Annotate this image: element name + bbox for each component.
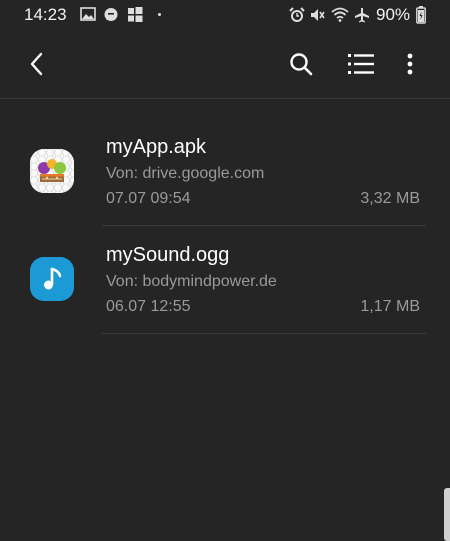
list-divider: [102, 333, 426, 334]
toolbar: [0, 30, 450, 98]
file-source: Von: drive.google.com: [106, 165, 265, 182]
search-button[interactable]: [285, 48, 317, 80]
chat-icon: [103, 7, 119, 28]
file-date: 06.07 12:55: [106, 298, 191, 315]
toolbar-divider: [0, 98, 450, 99]
file-name: mySound.ogg: [106, 244, 230, 266]
back-icon: [30, 52, 43, 76]
back-button[interactable]: [21, 48, 53, 80]
list-view-button[interactable]: [345, 48, 377, 80]
more-options-icon: [407, 53, 413, 75]
status-time: 14:23: [24, 5, 67, 24]
apk-package-icon: [30, 149, 74, 193]
file-date: 07.07 09:54: [106, 190, 191, 207]
windows-icon: [127, 7, 143, 27]
audio-file-icon: [30, 257, 74, 301]
file-size: 3,32 MB: [360, 190, 420, 207]
battery-percentage: 90%: [376, 5, 411, 24]
notification-dot: [158, 13, 161, 16]
mute-icon: [309, 7, 325, 28]
battery-icon: [416, 6, 426, 29]
file-size: 1,17 MB: [360, 298, 420, 315]
file-source: Von: bodymindpower.de: [106, 273, 277, 290]
status-bar: 14:23 90%: [0, 0, 450, 30]
downloads-screen: 14:23 90% myApp.apk Von: drive.google.co…: [0, 0, 450, 541]
scrollbar-handle[interactable]: [444, 488, 450, 541]
airplane-icon: [354, 7, 370, 28]
file-name: myApp.apk: [106, 136, 207, 158]
list-view-icon: [348, 54, 374, 74]
list-item[interactable]: mySound.ogg Von: bodymindpower.de 06.07 …: [0, 226, 450, 334]
file-list: myApp.apk Von: drive.google.com 07.07 09…: [0, 118, 450, 334]
alarm-icon: [289, 7, 305, 28]
list-item[interactable]: myApp.apk Von: drive.google.com 07.07 09…: [0, 118, 450, 226]
gallery-icon: [80, 7, 96, 26]
search-icon: [290, 53, 313, 76]
wifi-icon: [331, 7, 349, 27]
more-options-button[interactable]: [394, 48, 426, 80]
